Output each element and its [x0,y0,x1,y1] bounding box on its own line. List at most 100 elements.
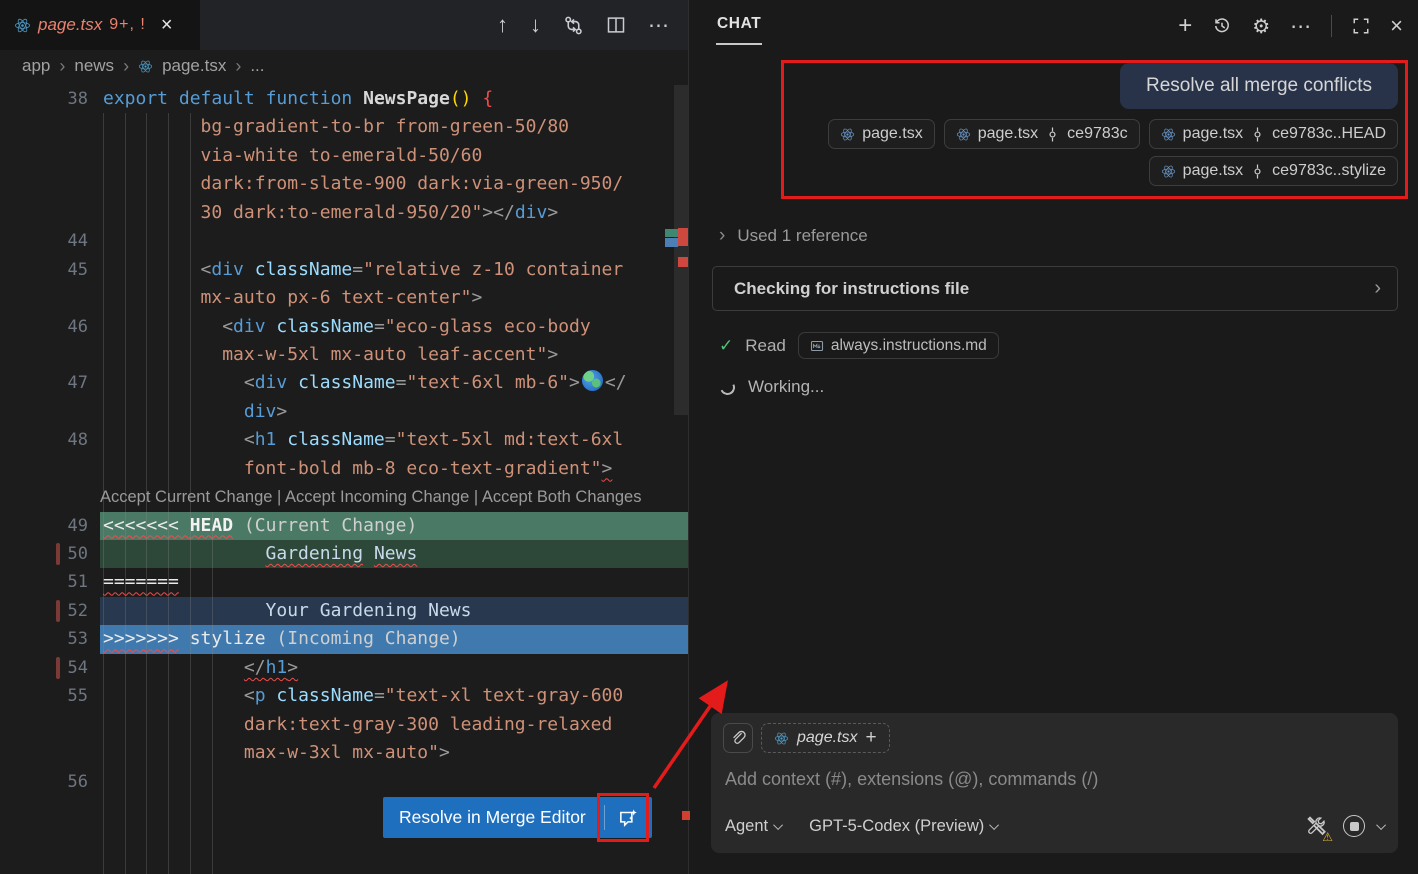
chip-file-name: page.tsx [978,125,1038,143]
chat-panel: CHAT + ⚙ ⋯ × Resolve all merge conflicts… [688,0,1418,874]
chip-file-name: page.tsx [1183,125,1243,143]
context-file-chip[interactable]: page.tsx + [761,723,890,753]
instructions-file-name: always.instructions.md [831,337,987,355]
react-file-icon [138,59,153,74]
vscode-window: page.tsx 9+, ! × ↑ ↓ ⋯ app › news › [0,0,1418,874]
read-file-row: ✓ Read always.instructions.md [719,332,999,359]
file-reference-chip[interactable]: page.tsx [828,119,934,149]
more-actions-icon[interactable]: ⋯ [1290,14,1311,39]
user-request-bubble: Resolve all merge conflicts [1120,63,1398,109]
git-commit-icon [1250,164,1265,179]
context-chips: page.tsx page.tsx ce9783c page.tsx ce9783c..… [828,119,1398,186]
line-number: 52 [0,597,88,625]
breadcrumb-file[interactable]: page.tsx [162,56,226,76]
file-reference-chip[interactable]: page.tsx ce9783c..stylize [1149,156,1398,186]
line-number: 38 [0,85,88,113]
chip-git-ref: ce9783c..stylize [1272,162,1386,180]
split-editor-icon[interactable] [606,15,626,35]
resolve-with-copilot-icon[interactable] [605,797,652,838]
spinner-icon [718,377,737,396]
tab-title: page.tsx [38,15,102,35]
warning-icon: ⚠ [1322,830,1333,844]
gutter-error-mark [56,657,60,679]
react-file-icon [1161,164,1176,179]
chevron-right-icon: › [235,56,241,77]
resolve-in-merge-editor-button[interactable]: Resolve in Merge Editor [383,797,652,838]
editor-actions: ↑ ↓ ⋯ [497,0,670,50]
line-number: 50 [0,540,88,568]
annotation-mark [682,811,690,820]
close-icon[interactable]: × [161,15,173,35]
chat-tab[interactable]: CHAT [717,15,761,33]
previous-change-icon[interactable]: ↑ [497,12,508,38]
chat-toolbar: + ⚙ ⋯ × [1178,0,1403,52]
git-commit-icon [1250,127,1265,142]
merge-codelens-actions[interactable]: Accept Current Change | Accept Incoming … [100,483,641,511]
gutter-error-mark [56,600,60,622]
tab-bar: page.tsx 9+, ! × ↑ ↓ ⋯ [0,0,688,50]
instructions-file-pill[interactable]: always.instructions.md [798,332,999,359]
stop-button[interactable] [1343,815,1365,837]
overview-mark-incoming [665,238,678,247]
line-number: 45 [0,256,88,284]
chip-git-ref: ce9783c..HEAD [1272,125,1386,143]
line-number: 44 [0,227,88,255]
more-actions-icon[interactable]: ⋯ [648,13,670,38]
editor-group: page.tsx 9+, ! × ↑ ↓ ⋯ app › news › [0,0,688,874]
file-reference-chip[interactable]: page.tsx ce9783c [944,119,1140,149]
react-file-icon [1161,127,1176,142]
line-number: 46 [0,313,88,341]
attach-context-button[interactable] [723,723,753,753]
toolbar-divider [1331,15,1332,37]
chip-git-ref: ce9783c [1067,125,1128,143]
chevron-down-icon [773,820,783,830]
resolve-button-label: Resolve in Merge Editor [383,807,604,828]
scrollbar[interactable] [674,85,688,415]
tab-page-tsx[interactable]: page.tsx 9+, ! × [0,0,200,50]
breadcrumb-news[interactable]: news [74,56,114,76]
chat-input-box[interactable]: page.tsx + Add context (#), extensions (… [711,713,1398,853]
line-number: 49 [0,512,88,540]
model-label: GPT-5-Codex (Preview) [809,817,984,836]
code-editor[interactable]: 38export default function NewsPage() {bg… [0,82,688,874]
chip-file-name: page.tsx [862,125,922,143]
chevron-right-icon: › [123,56,129,77]
tool-call-box[interactable]: Checking for instructions file › [712,266,1398,311]
close-panel-icon[interactable]: × [1390,13,1403,39]
add-context-icon[interactable]: + [865,727,876,749]
chevron-right-icon: › [59,56,65,77]
mode-dropdown[interactable]: Agent [725,817,783,836]
git-commit-icon [1045,127,1060,142]
send-options-chevron-icon[interactable] [1376,820,1386,830]
file-reference-chip[interactable]: page.tsx ce9783c..HEAD [1149,119,1398,149]
breadcrumb-app[interactable]: app [22,56,50,76]
check-icon: ✓ [719,336,733,356]
globe-emoji [582,370,603,391]
maximize-panel-icon[interactable] [1352,17,1370,35]
chat-header: CHAT + ⚙ ⋯ × [689,0,1418,52]
chip-file-name: page.tsx [1183,162,1243,180]
mode-label: Agent [725,817,768,836]
used-references-label: Used 1 reference [737,226,867,246]
model-dropdown[interactable]: GPT-5-Codex (Preview) [809,817,999,836]
new-chat-icon[interactable]: + [1178,12,1192,40]
configure-tools-button[interactable]: ⚠ [1305,814,1329,838]
used-references-toggle[interactable]: › Used 1 reference [719,225,868,247]
context-file-name: page.tsx [797,729,857,747]
compare-changes-icon[interactable] [563,15,584,36]
line-number: 48 [0,426,88,454]
history-icon[interactable] [1212,16,1232,36]
gear-icon[interactable]: ⚙ [1252,14,1270,39]
chat-input-placeholder[interactable]: Add context (#), extensions (@), command… [725,769,1098,790]
next-change-icon[interactable]: ↓ [530,12,541,38]
line-number: 55 [0,682,88,710]
breadcrumb-symbol[interactable]: ... [250,56,264,76]
react-file-icon [956,127,971,142]
line-number: 53 [0,625,88,653]
overview-mark-error [678,228,688,246]
chat-tab-underline [716,43,762,45]
overview-mark-error [678,257,688,267]
code-row: 38export default function NewsPage() { [0,85,688,113]
working-row: Working... [720,377,824,397]
line-number: 47 [0,369,88,397]
